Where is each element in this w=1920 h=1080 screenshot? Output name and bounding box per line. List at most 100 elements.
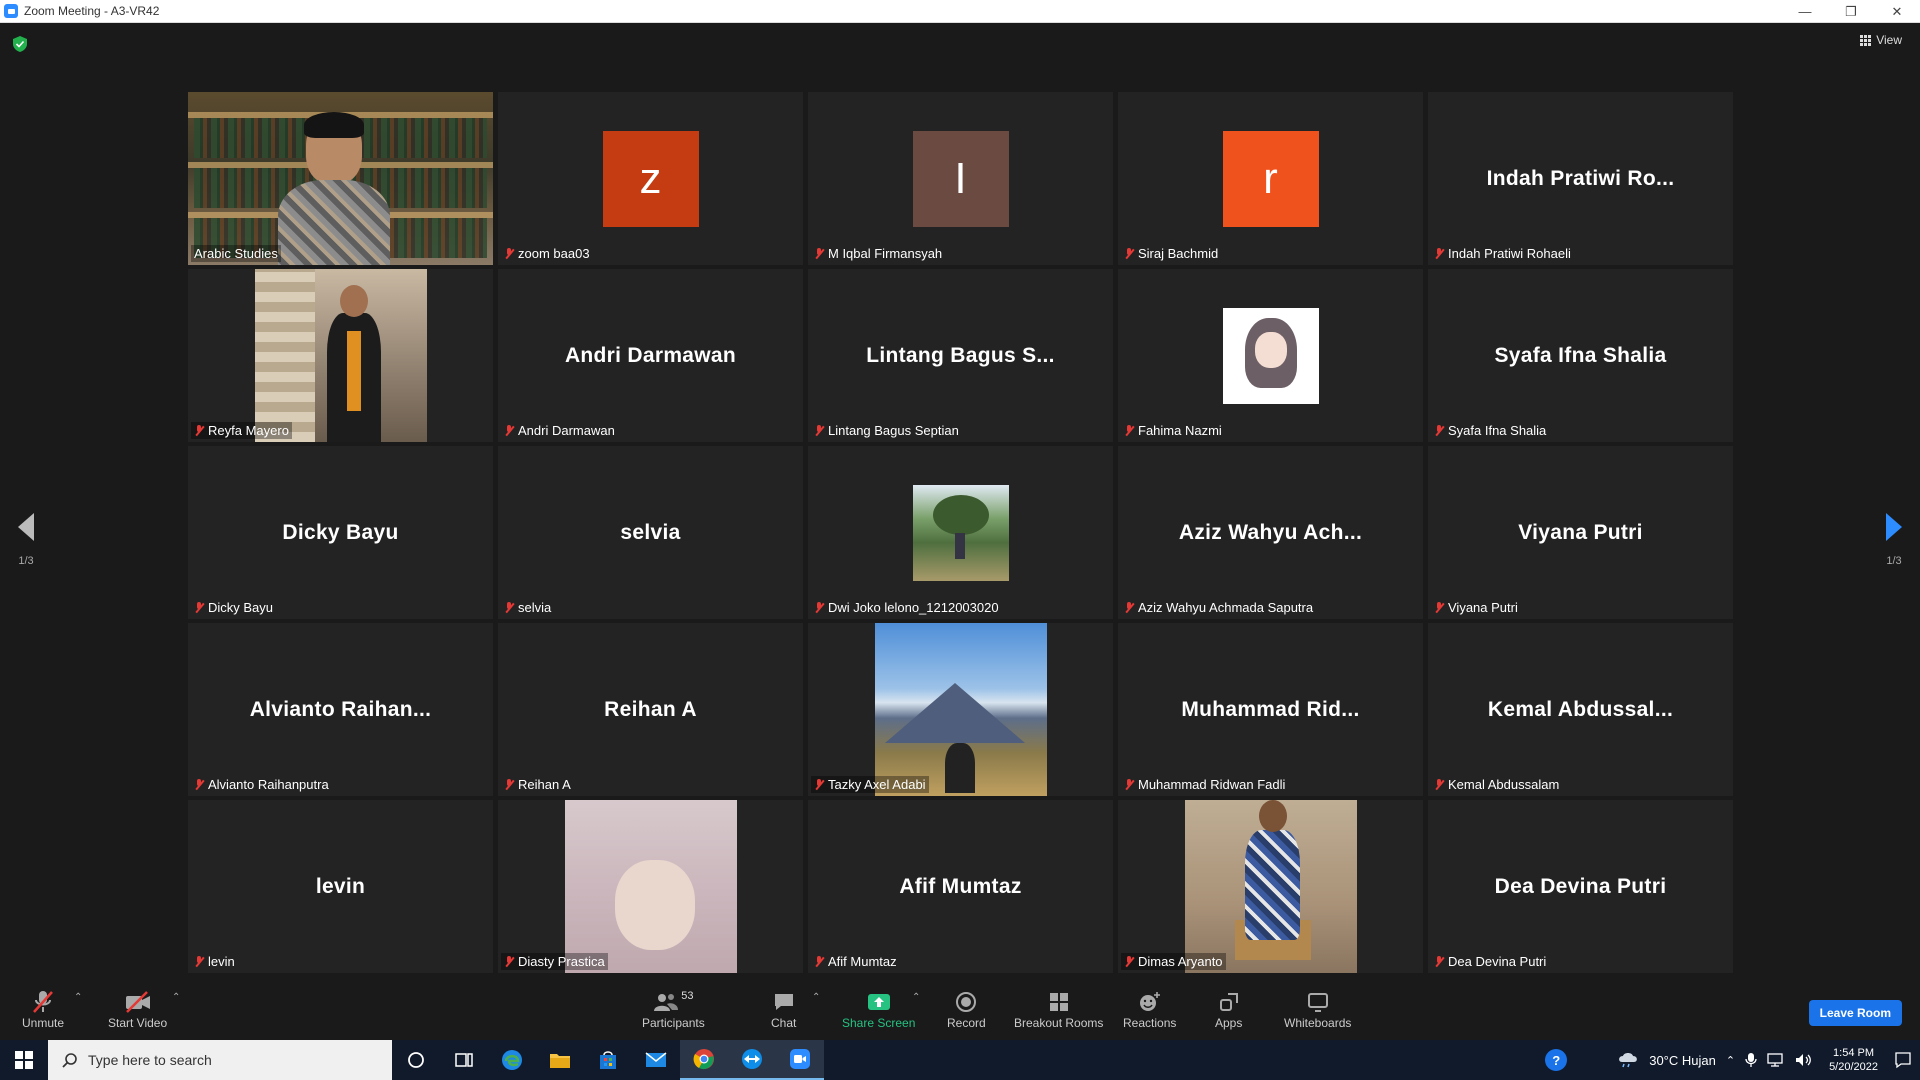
- taskbar-teamviewer[interactable]: [728, 1040, 776, 1080]
- participant-display-name: Dea Devina Putri: [1494, 874, 1667, 898]
- view-button[interactable]: View: [1860, 33, 1902, 47]
- participant-display-name: levin: [315, 874, 366, 898]
- cortana-button[interactable]: [392, 1040, 440, 1080]
- arrow-left-icon: [18, 513, 34, 541]
- taskbar-mail[interactable]: [632, 1040, 680, 1080]
- participant-tile-fahima-nazmi[interactable]: Fahima Nazmi: [1118, 269, 1423, 442]
- chat-button[interactable]: Chat: [771, 990, 796, 1030]
- minimize-button[interactable]: —: [1782, 0, 1828, 23]
- participant-tile-alvianto-raihanputra[interactable]: Alvianto Raihan... Alvianto Raihanputra: [188, 623, 493, 796]
- participant-tile-zoom-baa03[interactable]: z zoom baa03: [498, 92, 803, 265]
- participant-tile-siraj-bachmid[interactable]: r Siraj Bachmid: [1118, 92, 1423, 265]
- system-tray: ? 30°C Hujan ⌃ 1:54 PM 5/20/2022: [1545, 1040, 1920, 1080]
- participant-name: Lintang Bagus Septian: [828, 423, 959, 438]
- muted-mic-icon: [1434, 601, 1444, 614]
- share-options-caret-icon[interactable]: ⌃: [912, 992, 920, 1003]
- close-button[interactable]: ✕: [1874, 0, 1920, 23]
- muted-mic-icon: [504, 601, 514, 614]
- rain-cloud-icon: [1619, 1053, 1638, 1068]
- start-button[interactable]: [0, 1040, 48, 1080]
- participant-tile-aziz-wahyu-achmada-saputra[interactable]: Aziz Wahyu Ach... Aziz Wahyu Achmada Sapu…: [1118, 446, 1423, 619]
- speaker-icon[interactable]: [1795, 1052, 1813, 1068]
- participant-tile-reyfa-mayero[interactable]: Reyfa Mayero: [188, 269, 493, 442]
- participant-tile-dea-devina-putri[interactable]: Dea Devina Putri Dea Devina Putri: [1428, 800, 1733, 973]
- participant-tile-levin[interactable]: levin levin: [188, 800, 493, 973]
- participant-tile-syafa-ifna-shalia[interactable]: Syafa Ifna Shalia Syafa Ifna Shalia: [1428, 269, 1733, 442]
- participant-name: Diasty Prastica: [518, 954, 605, 969]
- participant-tile-lintang-bagus-septian[interactable]: Lintang Bagus S... Lintang Bagus Septian: [808, 269, 1113, 442]
- cortana-circle-icon: [408, 1052, 424, 1068]
- video-options-caret-icon[interactable]: ⌃: [172, 992, 180, 1003]
- profile-picture: [912, 484, 1009, 581]
- clock-date: 5/20/2022: [1829, 1061, 1878, 1073]
- participant-name-label: zoom baa03: [501, 245, 593, 262]
- participant-name: Andri Darmawan: [518, 423, 615, 438]
- taskbar-store[interactable]: [584, 1040, 632, 1080]
- record-label: Record: [947, 1016, 986, 1030]
- participant-name-label: M Iqbal Firmansyah: [811, 245, 945, 262]
- participant-name-label: Reyfa Mayero: [191, 422, 292, 439]
- participant-name: M Iqbal Firmansyah: [828, 246, 943, 261]
- apps-button[interactable]: Apps: [1215, 990, 1242, 1030]
- participant-avatar: r: [1222, 130, 1319, 227]
- restore-button[interactable]: ❐: [1828, 0, 1874, 23]
- participant-name: Muhammad Ridwan Fadli: [1138, 777, 1286, 792]
- participant-tile-dicky-bayu[interactable]: Dicky Bayu Dicky Bayu: [188, 446, 493, 619]
- next-page-button[interactable]: 1/3: [1886, 513, 1902, 567]
- participant-tile-arabic-studies[interactable]: Arabic Studies: [188, 92, 493, 265]
- chat-options-caret-icon[interactable]: ⌃: [812, 992, 820, 1003]
- leave-room-button[interactable]: Leave Room: [1808, 1000, 1902, 1026]
- task-view-icon: [455, 1053, 473, 1067]
- muted-mic-icon: [814, 778, 824, 791]
- participant-tile-andri-darmawan[interactable]: Andri Darmawan Andri Darmawan: [498, 269, 803, 442]
- microphone-icon[interactable]: [1745, 1052, 1757, 1068]
- participant-video: [564, 800, 737, 973]
- edge-icon: [502, 1050, 522, 1070]
- start-video-button[interactable]: Start Video: [108, 990, 167, 1030]
- breakout-rooms-button[interactable]: Breakout Rooms: [1014, 990, 1103, 1030]
- participant-tile-tazky-axel-adabi[interactable]: Tazky Axel Adabi: [808, 623, 1113, 796]
- taskbar-file-explorer[interactable]: [536, 1040, 584, 1080]
- muted-mic-icon: [1124, 778, 1134, 791]
- store-bag-icon: [600, 1051, 616, 1069]
- taskbar-edge[interactable]: [488, 1040, 536, 1080]
- participant-tile-muhammad-ridwan-fadli[interactable]: Muhammad Rid... Muhammad Ridwan Fadli: [1118, 623, 1423, 796]
- participant-tile-m-iqbal-firmansyah[interactable]: I M Iqbal Firmansyah: [808, 92, 1113, 265]
- record-button[interactable]: Record: [947, 990, 986, 1030]
- participant-tile-indah-pratiwi-rohaeli[interactable]: Indah Pratiwi Ro... Indah Pratiwi Rohaeli: [1428, 92, 1733, 265]
- notification-center-icon[interactable]: [1894, 1051, 1912, 1069]
- muted-mic-icon: [504, 247, 514, 260]
- unmute-button[interactable]: Unmute: [22, 990, 64, 1030]
- encryption-shield-icon[interactable]: [13, 36, 27, 52]
- participant-tile-selvia[interactable]: selvia selvia: [498, 446, 803, 619]
- folder-icon: [550, 1054, 570, 1068]
- help-button[interactable]: ?: [1545, 1049, 1568, 1071]
- taskbar-clock[interactable]: 1:54 PM 5/20/2022: [1829, 1046, 1878, 1074]
- share-screen-button[interactable]: Share Screen: [842, 990, 915, 1030]
- taskbar-chrome[interactable]: [680, 1040, 728, 1080]
- weather-text[interactable]: 30°C Hujan: [1649, 1053, 1716, 1068]
- participants-button[interactable]: 53 Participants: [642, 990, 705, 1030]
- participant-name-label: Kemal Abdussalam: [1431, 776, 1562, 793]
- previous-page-button[interactable]: 1/3: [18, 513, 34, 567]
- whiteboards-button[interactable]: Whiteboards: [1284, 990, 1351, 1030]
- participant-name-label: Dimas Aryanto: [1121, 953, 1226, 970]
- network-icon[interactable]: [1767, 1052, 1785, 1068]
- participant-name-label: levin: [191, 953, 238, 970]
- reactions-button[interactable]: Reactions: [1123, 990, 1176, 1030]
- participant-tile-dwi-joko-lelono-1212003020[interactable]: Dwi Joko lelono_1212003020: [808, 446, 1113, 619]
- participant-tile-afif-mumtaz[interactable]: Afif Mumtaz Afif Mumtaz: [808, 800, 1113, 973]
- task-view-button[interactable]: [440, 1040, 488, 1080]
- taskbar-zoom[interactable]: [776, 1040, 824, 1080]
- participant-tile-viyana-putri[interactable]: Viyana Putri Viyana Putri: [1428, 446, 1733, 619]
- muted-mic-icon: [504, 424, 514, 437]
- participant-tile-diasty-prastica[interactable]: Diasty Prastica: [498, 800, 803, 973]
- show-hidden-icons-chevron-icon[interactable]: ⌃: [1726, 1054, 1735, 1067]
- participant-tile-kemal-abdussalam[interactable]: Kemal Abdussal... Kemal Abdussalam: [1428, 623, 1733, 796]
- participant-name: Viyana Putri: [1448, 600, 1518, 615]
- participant-tile-dimas-aryanto[interactable]: Dimas Aryanto: [1118, 800, 1423, 973]
- participant-tile-reihan-a[interactable]: Reihan A Reihan A: [498, 623, 803, 796]
- audio-options-caret-icon[interactable]: ⌃: [74, 992, 82, 1003]
- meeting-toolbar: Unmute ⌃ Start Video ⌃ 53 Participants C…: [0, 978, 1920, 1040]
- taskbar-search-box[interactable]: Type here to search: [48, 1040, 392, 1080]
